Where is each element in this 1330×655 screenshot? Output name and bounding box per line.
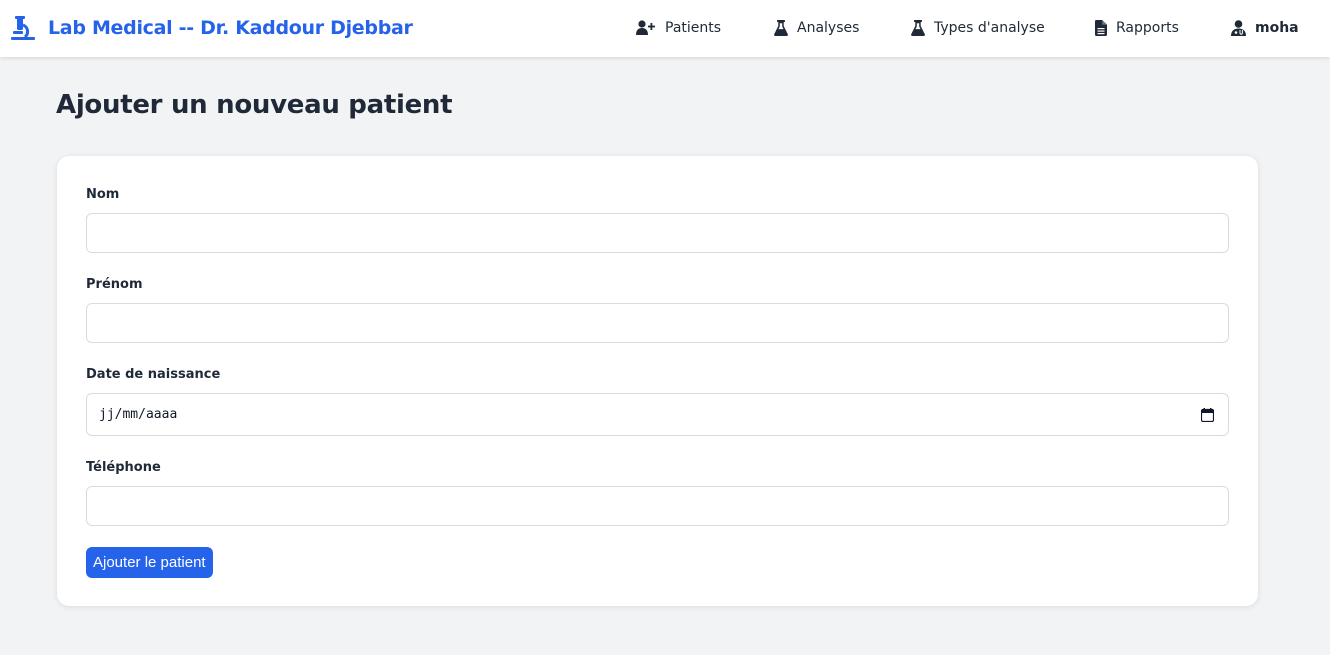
microscope-icon xyxy=(11,16,35,40)
telephone-label: Téléphone xyxy=(86,460,161,475)
nom-input[interactable] xyxy=(86,213,1229,253)
date-placeholder: jj/mm/aaaa xyxy=(99,407,178,422)
user-doctor-icon xyxy=(1231,20,1246,36)
date-naissance-label: Date de naissance xyxy=(86,367,221,382)
telephone-input[interactable] xyxy=(86,486,1229,526)
prenom-input[interactable] xyxy=(86,303,1229,343)
nav-item-rapports[interactable]: Rapports xyxy=(1095,18,1179,38)
add-patient-button[interactable]: Ajouter le patient xyxy=(86,547,213,578)
nav-item-types-analyse[interactable]: Types d'analyse xyxy=(911,18,1045,38)
top-navbar: Lab Medical -- Dr. Kaddour Djebbar Patie… xyxy=(0,0,1330,57)
page-title: Ajouter un nouveau patient xyxy=(56,90,453,120)
brand-title: Lab Medical -- Dr. Kaddour Djebbar xyxy=(48,17,413,39)
calendar-icon[interactable] xyxy=(1201,407,1214,422)
nav-item-analyses[interactable]: Analyses xyxy=(774,18,859,38)
prenom-label: Prénom xyxy=(86,277,143,292)
add-patient-form: Nom Prénom Date de naissance jj/mm/aaaa … xyxy=(57,156,1258,606)
nom-label: Nom xyxy=(86,187,120,202)
flask-icon xyxy=(774,20,788,36)
flask-icon xyxy=(911,20,925,36)
user-plus-icon xyxy=(636,20,655,35)
nav-item-label: Analyses xyxy=(797,20,860,36)
file-icon xyxy=(1095,20,1107,36)
nav-item-label: Patients xyxy=(665,20,722,36)
nav-item-user-moha[interactable]: moha xyxy=(1231,18,1299,38)
date-naissance-input[interactable]: jj/mm/aaaa xyxy=(86,393,1229,436)
brand-link[interactable]: Lab Medical -- Dr. Kaddour Djebbar xyxy=(10,14,413,42)
nav-item-label: moha xyxy=(1255,20,1299,36)
nav-item-label: Types d'analyse xyxy=(934,20,1045,36)
nav-item-patients[interactable]: Patients xyxy=(636,18,721,38)
nav-item-label: Rapports xyxy=(1116,20,1179,36)
